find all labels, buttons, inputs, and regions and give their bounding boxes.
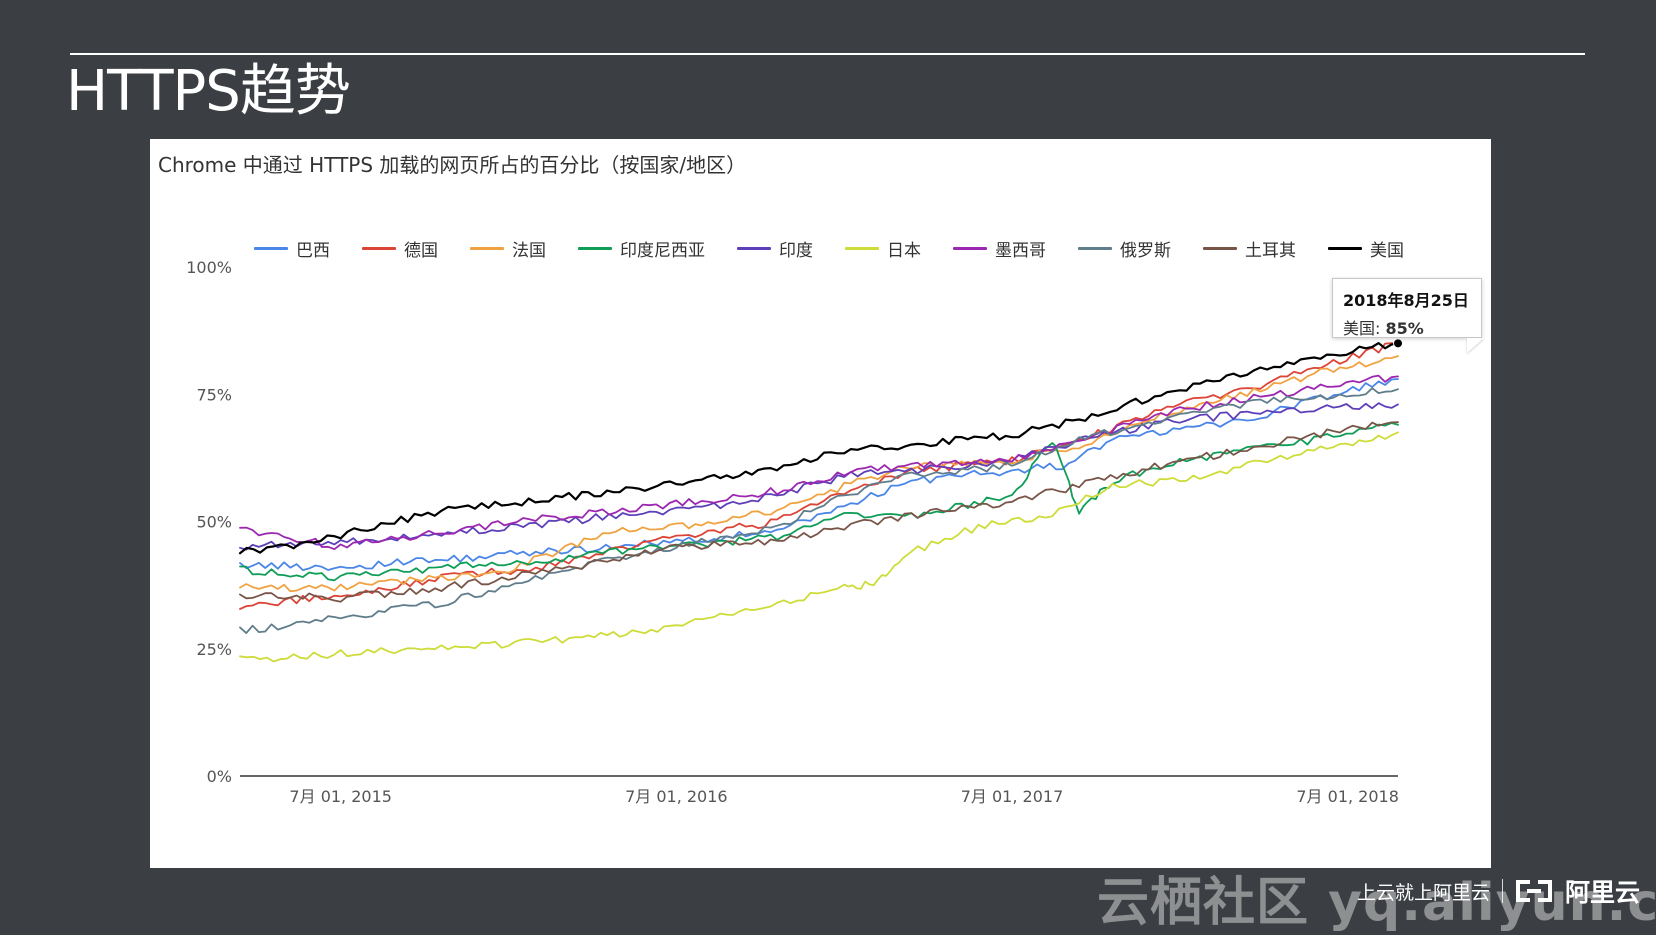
highlighted-point: [1393, 338, 1403, 349]
tooltip: 2018年8月25日 美国: 85%: [1332, 278, 1482, 338]
x-tick-label: 7月 01, 2016: [625, 787, 728, 806]
tooltip-date: 2018年8月25日: [1343, 291, 1469, 310]
y-tick-label: 100%: [186, 258, 232, 277]
y-tick-label: 75%: [196, 385, 232, 404]
series-line: [239, 378, 1399, 571]
aliyun-logo-icon: [1515, 879, 1553, 903]
brand-name: 阿里云: [1565, 878, 1641, 907]
series-line: [239, 431, 1399, 663]
line-chart: 0% 25% 50% 75% 100% 7月 01, 2015 7月 01, 2016 7月 …: [186, 258, 1403, 806]
series-line: [238, 342, 1400, 555]
footer-brand: 上云就上阿里云 阿里云: [1357, 872, 1640, 910]
series-line: [239, 422, 1399, 582]
tooltip-series-label: 美国:: [1343, 319, 1381, 338]
tooltip-value: 85%: [1385, 319, 1424, 338]
series-line: [239, 421, 1399, 603]
y-tick-label: 50%: [196, 513, 232, 532]
slide-title: HTTPS趋势: [66, 59, 351, 124]
x-tick-label: 7月 01, 2017: [961, 787, 1064, 806]
chart-card: Chrome 中通过 HTTPS 加载的网页所占的百分比（按国家/地区） 巴西德…: [150, 139, 1491, 868]
y-tick-label: 25%: [196, 640, 232, 659]
footer-divider: [1502, 879, 1504, 903]
top-divider: [70, 53, 1585, 55]
tooltip-arrow: [1467, 338, 1484, 353]
x-tick-label: 7月 01, 2018: [1296, 787, 1399, 806]
x-tick-label: 7月 01, 2015: [289, 787, 392, 806]
tooltip-value-row: 美国: 85%: [1343, 315, 1481, 339]
footer-slogan: 上云就上阿里云: [1357, 881, 1491, 904]
slide: HTTPS趋势 Chrome 中通过 HTTPS 加载的网页所占的百分比（按国家…: [0, 0, 1656, 933]
y-tick-label: 0%: [207, 767, 232, 786]
